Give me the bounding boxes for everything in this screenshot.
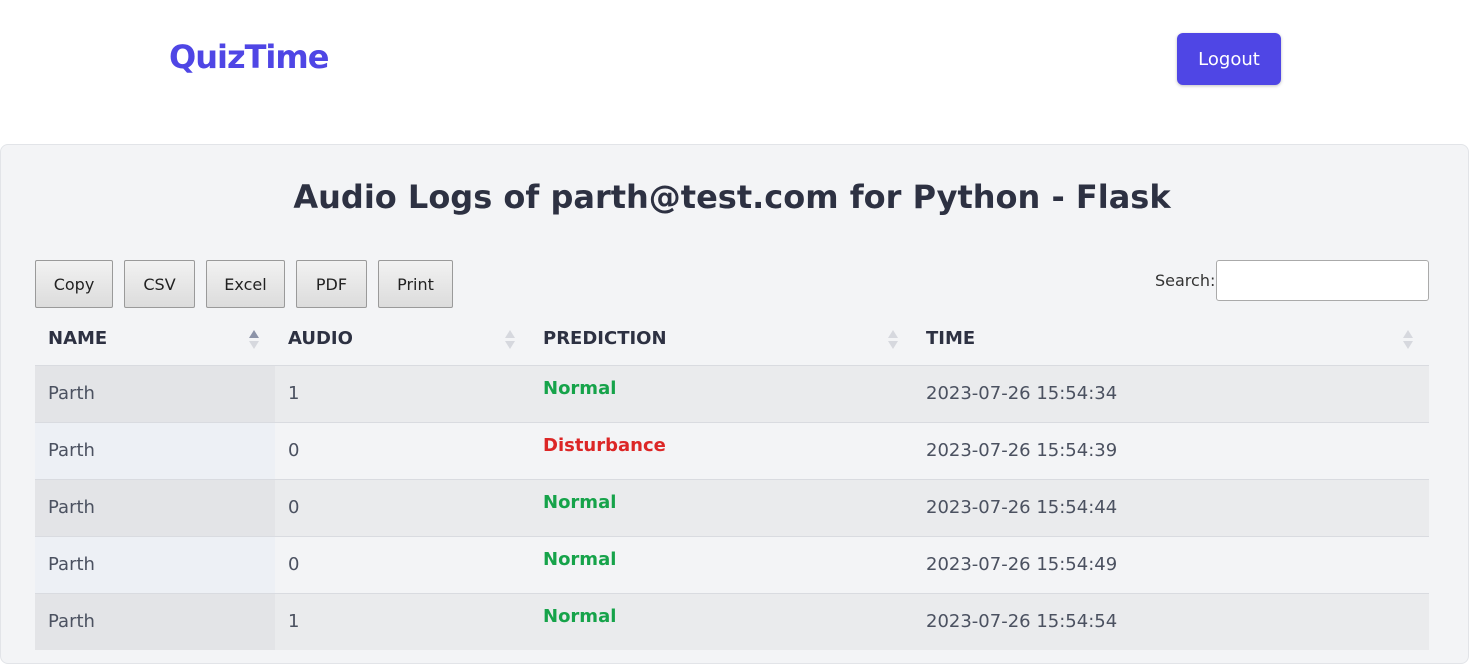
column-header-prediction[interactable]: PREDICTION [530,318,913,364]
name-cell: Parth [35,366,275,422]
column-header-label: AUDIO [288,328,353,349]
audio-cell: 1 [288,383,300,404]
prediction-cell: Normal [543,549,617,570]
time-cell: 2023-07-26 15:54:54 [926,611,1118,632]
prediction-cell: Disturbance [543,435,666,456]
pdf-button[interactable]: PDF [296,260,367,308]
sort-icon [505,330,515,350]
column-header-label: TIME [926,328,976,349]
time-cell: 2023-07-26 15:54:39 [926,440,1118,461]
audio-cell: 1 [288,611,300,632]
audio-cell: 0 [288,440,300,461]
prediction-cell: Normal [543,606,617,627]
name-cell: Parth [35,480,275,536]
table-row: Parth 0 Normal 2023-07-26 15:54:49 [35,536,1429,593]
audio-cell: 0 [288,554,300,575]
search-input[interactable] [1216,260,1429,301]
column-header-name[interactable]: NAME [35,318,275,364]
sort-ascending-icon [249,330,259,350]
search-label: Search: [1155,271,1216,290]
time-cell: 2023-07-26 15:54:34 [926,383,1118,404]
prediction-cell: Normal [543,492,617,513]
column-header-time[interactable]: TIME [913,318,1429,364]
excel-button[interactable]: Excel [206,260,285,308]
table-row: Parth 0 Normal 2023-07-26 15:54:44 [35,479,1429,536]
table-header: NAME AUDIO PREDICTION TIME [35,318,1429,364]
sort-icon [1403,330,1413,350]
sort-icon [888,330,898,350]
table-row: Parth 1 Normal 2023-07-26 15:54:34 [35,365,1429,422]
time-cell: 2023-07-26 15:54:49 [926,554,1118,575]
copy-button[interactable]: Copy [35,260,113,308]
name-cell: Parth [35,594,275,650]
print-button[interactable]: Print [378,260,453,308]
name-cell: Parth [35,423,275,479]
column-header-label: NAME [48,328,108,349]
column-header-audio[interactable]: AUDIO [275,318,530,364]
logout-button[interactable]: Logout [1177,33,1281,85]
prediction-cell: Normal [543,378,617,399]
page-title: Audio Logs of parth@test.com for Python … [293,178,1171,216]
audio-cell: 0 [288,497,300,518]
table-body: Parth 1 Normal 2023-07-26 15:54:34 Parth… [35,365,1429,650]
column-header-label: PREDICTION [543,328,667,349]
csv-button[interactable]: CSV [124,260,195,308]
name-cell: Parth [35,537,275,593]
navbar: QuizTime Logout [0,0,1480,144]
table-row: Parth 1 Normal 2023-07-26 15:54:54 [35,593,1429,650]
table-row: Parth 0 Disturbance 2023-07-26 15:54:39 [35,422,1429,479]
time-cell: 2023-07-26 15:54:44 [926,497,1118,518]
brand-logo[interactable]: QuizTime [169,38,329,76]
